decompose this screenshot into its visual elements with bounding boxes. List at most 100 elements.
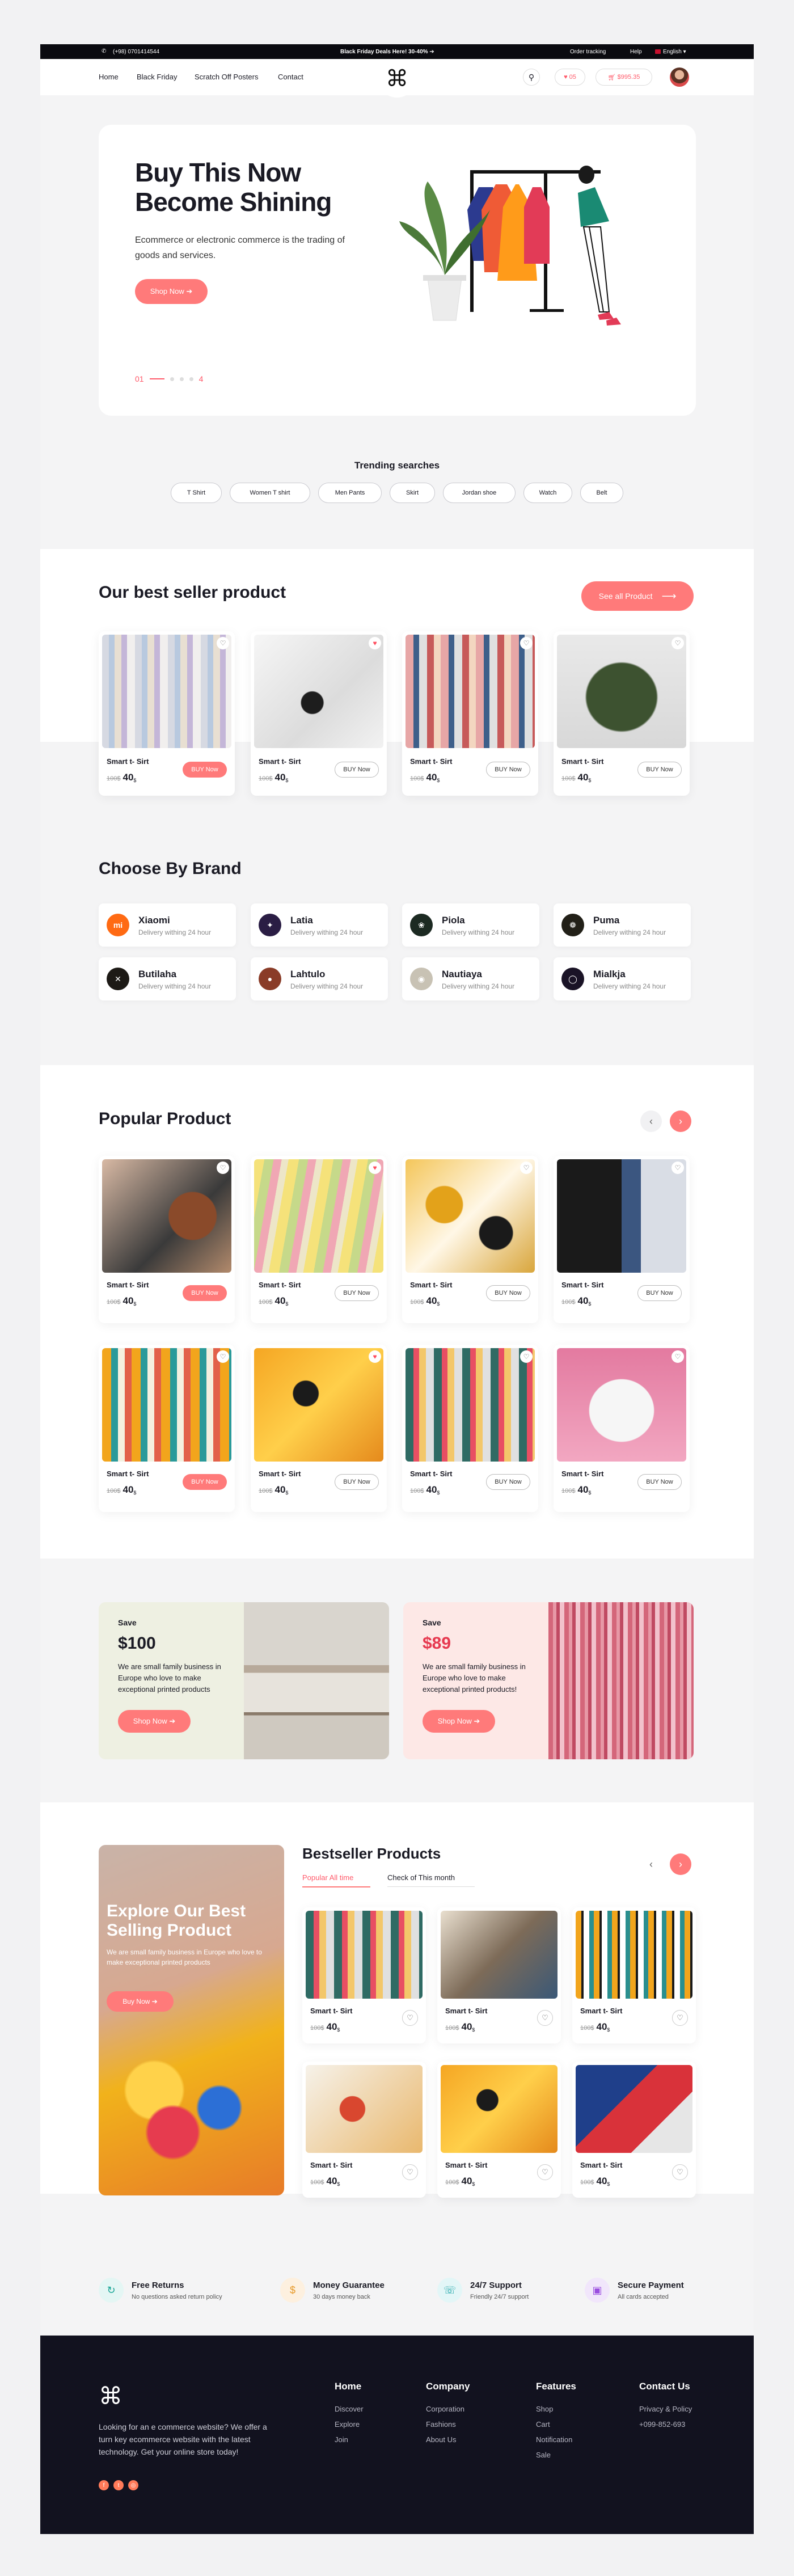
page-dot[interactable]	[170, 377, 174, 381]
hero-shop-button[interactable]: Shop Now ➔	[135, 279, 208, 304]
favorite-icon[interactable]: ♡	[671, 1350, 684, 1363]
favorite-icon[interactable]: ♡	[520, 1162, 533, 1174]
page-active-bar[interactable]	[149, 378, 164, 379]
brand-card[interactable]: ◯ Mialkja Delivery withing 24 hour	[554, 957, 691, 1000]
favorite-icon[interactable]: ♥	[369, 1350, 381, 1363]
product-card[interactable]: ♥ Smart t- Sirt 100$ 40$ BUY Now	[251, 1156, 387, 1323]
footer-link[interactable]: +099-852-693	[639, 2420, 692, 2429]
trending-tag[interactable]: Jordan shoe	[443, 483, 516, 503]
favorite-icon[interactable]: ♡	[217, 637, 229, 649]
buy-now-button[interactable]: BUY Now	[486, 1285, 530, 1301]
twitter-icon[interactable]: t	[113, 2480, 124, 2490]
product-card[interactable]: Smart t- Sirt 100$ 40$ ♡	[437, 2062, 561, 2198]
footer-link[interactable]: Explore	[335, 2420, 364, 2429]
search-icon[interactable]: ⚲	[523, 69, 540, 86]
see-all-button[interactable]: See all Product ⟶	[581, 581, 694, 611]
product-card[interactable]: ♥ Smart t- Sirt 100$ 40$ BUY Now	[251, 631, 387, 796]
product-card[interactable]: Smart t- Sirt 100$ 40$ ♡	[572, 2062, 696, 2198]
promo-shop-button[interactable]: Shop Now ➔	[423, 1710, 495, 1733]
prev-arrow-button[interactable]: ‹	[640, 1853, 662, 1875]
footer-logo-icon[interactable]: ⌘	[99, 2382, 123, 2410]
product-card[interactable]: Smart t- Sirt 100$ 40$ ♡	[302, 2062, 426, 2198]
explore-buy-button[interactable]: Buy Now ➔	[107, 1991, 174, 2012]
product-card[interactable]: Smart t- Sirt 100$ 40$ ♡	[437, 1907, 561, 2043]
buy-now-button[interactable]: BUY Now	[637, 762, 682, 778]
brand-card[interactable]: ✦ Latia Delivery withing 24 hour	[251, 903, 388, 947]
buy-now-button[interactable]: BUY Now	[183, 1474, 227, 1490]
brand-card[interactable]: ✕ Butilaha Delivery withing 24 hour	[99, 957, 236, 1000]
favorite-icon[interactable]: ♡	[537, 2164, 553, 2180]
buy-now-button[interactable]: BUY Now	[486, 762, 530, 778]
trending-tag[interactable]: Skirt	[390, 483, 435, 503]
cart-button[interactable]: 🛒︎ $995.35	[596, 69, 652, 86]
avatar[interactable]	[670, 67, 689, 87]
trending-tag[interactable]: Men Pants	[318, 483, 382, 503]
product-card[interactable]: Smart t- Sirt 100$ 40$ ♡	[572, 1907, 696, 2043]
product-card[interactable]: ♡ Smart t- Sirt 100$ 40$ BUY Now	[554, 1345, 690, 1512]
favorite-icon[interactable]: ♡	[520, 1350, 533, 1363]
footer-link[interactable]: Cart	[536, 2420, 576, 2429]
favorite-icon[interactable]: ♥	[369, 637, 381, 649]
buy-now-button[interactable]: BUY Now	[183, 762, 227, 778]
brand-card[interactable]: ● Lahtulo Delivery withing 24 hour	[251, 957, 388, 1000]
favorite-icon[interactable]: ♡	[671, 1162, 684, 1174]
product-card[interactable]: ♡ Smart t- Sirt 100$ 40$ BUY Now	[554, 631, 690, 796]
trending-tag[interactable]: Belt	[580, 483, 623, 503]
page-dot[interactable]	[189, 377, 193, 381]
favorite-icon[interactable]: ♡	[672, 2164, 688, 2180]
product-card[interactable]: ♡ Smart t- Sirt 100$ 40$ BUY Now	[99, 1345, 235, 1512]
favorite-icon[interactable]: ♥	[369, 1162, 381, 1174]
footer-link[interactable]: Privacy & Policy	[639, 2405, 692, 2413]
facebook-icon[interactable]: f	[99, 2480, 109, 2490]
tab-this-month[interactable]: Check of This month	[387, 1873, 475, 1887]
brand-card[interactable]: ◉ Nautiaya Delivery withing 24 hour	[402, 957, 539, 1000]
product-card[interactable]: ♡ Smart t- Sirt 100$ 40$ BUY Now	[554, 1156, 690, 1323]
brand-card[interactable]: ❁ Puma Delivery withing 24 hour	[554, 903, 691, 947]
trending-tag[interactable]: T Shirt	[171, 483, 222, 503]
footer-link[interactable]: Shop	[536, 2405, 576, 2413]
trending-tag[interactable]: Women T shirt	[230, 483, 310, 503]
favorite-icon[interactable]: ♡	[671, 637, 684, 649]
buy-now-button[interactable]: BUY Now	[486, 1474, 530, 1490]
footer-link[interactable]: Corporation	[426, 2405, 470, 2413]
nav-item-posters[interactable]: Scratch Off Posters	[195, 73, 258, 81]
buy-now-button[interactable]: BUY Now	[637, 1474, 682, 1490]
product-card[interactable]: ♡ Smart t- Sirt 100$ 40$ BUY Now	[402, 631, 538, 796]
help-link[interactable]: Help	[630, 49, 642, 55]
nav-item-black-friday[interactable]: Black Friday	[137, 73, 178, 81]
product-card[interactable]: ♡ Smart t- Sirt 100$ 40$ BUY Now	[402, 1156, 538, 1323]
footer-link[interactable]: About Us	[426, 2435, 470, 2444]
buy-now-button[interactable]: BUY Now	[637, 1285, 682, 1301]
product-card[interactable]: ♡ Smart t- Sirt 100$ 40$ BUY Now	[99, 631, 235, 796]
footer-link[interactable]: Discover	[335, 2405, 364, 2413]
promo-shop-button[interactable]: Shop Now ➔	[118, 1710, 191, 1733]
favorite-icon[interactable]: ♡	[672, 2010, 688, 2026]
promo-link[interactable]: Black Friday Deals Here! 30-40% ➔	[340, 49, 434, 55]
next-arrow-button[interactable]: ›	[670, 1853, 691, 1875]
product-card[interactable]: ♡ Smart t- Sirt 100$ 40$ BUY Now	[99, 1156, 235, 1323]
favorite-icon[interactable]: ♡	[402, 2164, 418, 2180]
favorite-icon[interactable]: ♡	[217, 1350, 229, 1363]
favorite-icon[interactable]: ♡	[520, 637, 533, 649]
footer-link[interactable]: Notification	[536, 2435, 576, 2444]
instagram-icon[interactable]: ◎	[128, 2480, 138, 2490]
prev-arrow-button[interactable]: ‹	[640, 1110, 662, 1132]
buy-now-button[interactable]: BUY Now	[335, 762, 379, 778]
product-card[interactable]: ♡ Smart t- Sirt 100$ 40$ BUY Now	[402, 1345, 538, 1512]
favorite-icon[interactable]: ♡	[402, 2010, 418, 2026]
buy-now-button[interactable]: BUY Now	[335, 1285, 379, 1301]
footer-link[interactable]: Join	[335, 2435, 364, 2444]
tab-popular-all-time[interactable]: Popular All time	[302, 1873, 370, 1887]
buy-now-button[interactable]: BUY Now	[183, 1285, 227, 1301]
wishlist-button[interactable]: ♥ 05	[555, 69, 585, 86]
logo-icon[interactable]: ⌘	[378, 60, 416, 98]
language-select[interactable]: English ▾	[663, 49, 686, 55]
product-card[interactable]: ♥ Smart t- Sirt 100$ 40$ BUY Now	[251, 1345, 387, 1512]
favorite-icon[interactable]: ♡	[217, 1162, 229, 1174]
buy-now-button[interactable]: BUY Now	[335, 1474, 379, 1490]
order-tracking-link[interactable]: Order tracking	[570, 49, 606, 55]
next-arrow-button[interactable]: ›	[670, 1110, 691, 1132]
brand-card[interactable]: mi Xiaomi Delivery withing 24 hour	[99, 903, 236, 947]
footer-link[interactable]: Fashions	[426, 2420, 470, 2429]
product-card[interactable]: Smart t- Sirt 100$ 40$ ♡	[302, 1907, 426, 2043]
